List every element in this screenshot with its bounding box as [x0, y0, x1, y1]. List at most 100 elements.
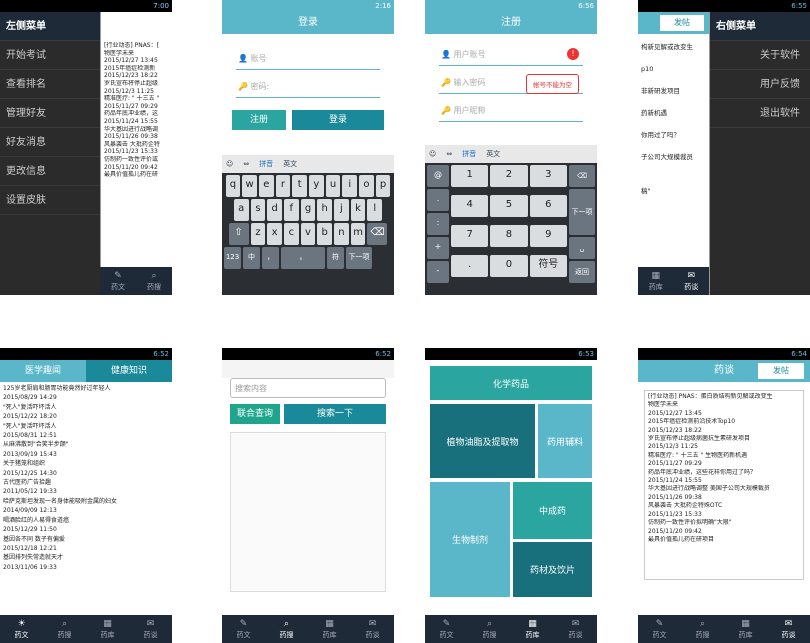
- menu-item-feedback[interactable]: 用户反馈: [710, 70, 810, 99]
- ime-logo-icon[interactable]: ☺: [429, 145, 436, 163]
- key-c[interactable]: c: [283, 223, 299, 245]
- news-title[interactable]: 关于猪笼和组织: [3, 459, 169, 468]
- tab-yaoku[interactable]: ▦ 药库: [511, 615, 554, 643]
- forum-line[interactable]: 精准医疗: " 十三五 " 生物医药新机遇: [648, 452, 800, 460]
- news-title[interactable]: 基因排列失常造就天才: [3, 553, 169, 562]
- news-title[interactable]: "死人"复活吓坏活人: [3, 422, 169, 431]
- tab-yaoku[interactable]: ▦ 药库: [308, 615, 351, 643]
- register-button[interactable]: 注册: [232, 110, 286, 130]
- action-key-1[interactable]: 下一项: [569, 189, 595, 235]
- num-key-2[interactable]: 3: [529, 165, 567, 187]
- forum-line[interactable]: 2015/12/23 18:22: [648, 427, 800, 435]
- forum-line[interactable]: 2015/11/26 09:38: [648, 494, 800, 502]
- nickname-input[interactable]: 🔑 用户昵称: [439, 100, 583, 122]
- username-input[interactable]: 👤 用户账号!: [439, 44, 583, 66]
- tab-yaotan[interactable]: ✉ 药谈: [674, 267, 710, 295]
- tile-chemical[interactable]: 化学药品: [430, 366, 592, 400]
- key-t[interactable]: t: [292, 175, 307, 197]
- tile-excipients[interactable]: 药用辅料: [538, 404, 592, 478]
- ime-pinyin[interactable]: 拼音: [462, 145, 476, 163]
- symbol-key-0[interactable]: @: [427, 165, 449, 187]
- news-title[interactable]: 喝酒脸红的人易得食道癌: [3, 516, 169, 525]
- tab-yaoku[interactable]: ▦ 药库: [724, 615, 767, 643]
- num-key-10[interactable]: 0: [490, 255, 528, 277]
- key-v[interactable]: v: [300, 223, 316, 245]
- tab-yaoku[interactable]: ▦ 药库: [638, 267, 674, 295]
- symbol-key-1[interactable]: .: [427, 189, 449, 211]
- news-date[interactable]: 2015/12/29 11:50: [3, 525, 169, 534]
- tab-yaotan[interactable]: ✉ 药谈: [554, 615, 597, 643]
- key-x[interactable]: x: [267, 223, 282, 245]
- news-date[interactable]: 2015/08/31 12:51: [3, 431, 169, 440]
- shift-key[interactable]: ⇧: [228, 223, 249, 245]
- tab-yaoku[interactable]: ▦ 药库: [86, 615, 129, 643]
- menu-item-exit[interactable]: 退出软件: [710, 99, 810, 128]
- ime-english[interactable]: 英文: [283, 155, 297, 173]
- password-input[interactable]: 🔑 密码:: [236, 76, 380, 98]
- key-h[interactable]: h: [317, 199, 333, 221]
- num-key-7[interactable]: 8: [490, 225, 528, 247]
- key-i[interactable]: i: [342, 175, 358, 197]
- key-e[interactable]: e: [258, 175, 274, 197]
- tab-yaowen[interactable]: ✎ 药文: [638, 615, 681, 643]
- forum-line[interactable]: 仿制药一致性评价拟明确"大限": [648, 519, 800, 527]
- key-s[interactable]: s: [250, 199, 266, 221]
- tab-yaotan[interactable]: ✉ 药谈: [767, 615, 810, 643]
- news-title[interactable]: 古代医药广告拾趣: [3, 478, 169, 487]
- forum-line[interactable]: [行业动态] PNAS：蛋白质结构新见解或改变生: [648, 393, 800, 401]
- backspace-key[interactable]: ⌫: [367, 223, 388, 245]
- key-bottom-4[interactable]: 符: [327, 247, 344, 269]
- key-u[interactable]: u: [325, 175, 341, 197]
- key-bottom-3[interactable]: 。: [281, 247, 325, 269]
- action-key-3[interactable]: 返回: [569, 261, 595, 283]
- key-o[interactable]: o: [359, 175, 374, 197]
- key-l[interactable]: l: [367, 199, 383, 221]
- search-button[interactable]: 搜索一下: [284, 404, 386, 424]
- tab-health[interactable]: 健康知识: [86, 360, 172, 382]
- news-title[interactable]: "死人"复活吓坏活人: [3, 403, 169, 412]
- forum-line[interactable]: 2015/11/20 09:42: [648, 528, 800, 536]
- num-key-6[interactable]: 7: [451, 225, 489, 247]
- news-title[interactable]: 125岁老厨肩和肠胃功能竟然好过年轻人: [3, 384, 169, 393]
- num-key-1[interactable]: 2: [490, 165, 528, 187]
- forum-line[interactable]: 华大基因进行战略调整 美国子公司大规模裁员: [648, 485, 800, 493]
- key-q[interactable]: q: [225, 175, 241, 197]
- forum-line[interactable]: 2015/12/3 11:25: [648, 443, 800, 451]
- forum-line[interactable]: 物医学未来: [648, 401, 800, 409]
- forum-line[interactable]: 2015年癌症检测前沿技术Top10: [648, 418, 800, 426]
- menu-item-about[interactable]: 关于软件: [710, 41, 810, 70]
- action-key-2[interactable]: ␣: [569, 237, 595, 259]
- menu-item-profile[interactable]: 更改信息: [0, 157, 100, 186]
- menu-item-skin[interactable]: 设置皮肤: [0, 186, 100, 215]
- tab-yaosou[interactable]: ⌕ 药搜: [136, 267, 172, 295]
- login-button[interactable]: 登录: [292, 110, 384, 130]
- tab-medical-fun[interactable]: 医学趣闻: [0, 360, 86, 382]
- news-date[interactable]: 2013/11/06 19:33: [3, 563, 169, 572]
- tile-chinese-medicine[interactable]: 中成药: [513, 482, 592, 539]
- account-input[interactable]: 👤 账号: [236, 48, 380, 70]
- key-bottom-1[interactable]: 中: [243, 247, 260, 269]
- menu-item-exam[interactable]: 开始考试: [0, 41, 100, 70]
- key-f[interactable]: f: [283, 199, 299, 221]
- forum-line[interactable]: 2015/11/27 09:29: [648, 460, 800, 468]
- cursor-icon[interactable]: ⇔: [446, 145, 452, 163]
- forum-line[interactable]: 2015/11/23 15:33: [648, 511, 800, 519]
- num-key-3[interactable]: 4: [451, 195, 489, 217]
- num-key-9[interactable]: .: [451, 255, 489, 277]
- tab-yaowen[interactable]: ☀ 药文: [0, 615, 43, 643]
- forum-line[interactable]: 2015/12/27 13:45: [648, 410, 800, 418]
- key-n[interactable]: n: [334, 223, 349, 245]
- tab-yaowen[interactable]: ✎ 药文: [425, 615, 468, 643]
- tab-yaowen[interactable]: ✎ 药文: [100, 267, 136, 295]
- tile-biologics[interactable]: 生物制剂: [430, 482, 510, 597]
- news-date[interactable]: 2015/12/25 14:30: [3, 469, 169, 478]
- key-bottom-5[interactable]: 下一项: [346, 247, 372, 269]
- tab-yaosou[interactable]: ⌕ 药搜: [681, 615, 724, 643]
- ime-logo-icon[interactable]: ☺: [226, 155, 233, 173]
- post-button[interactable]: 发帖: [758, 363, 804, 379]
- tab-yaotan[interactable]: ✉ 药谈: [351, 615, 394, 643]
- num-key-0[interactable]: 1: [451, 165, 489, 187]
- symbol-key-3[interactable]: +: [427, 237, 449, 259]
- news-date[interactable]: 2015/12/22 18:20: [3, 412, 169, 421]
- key-w[interactable]: w: [242, 175, 257, 197]
